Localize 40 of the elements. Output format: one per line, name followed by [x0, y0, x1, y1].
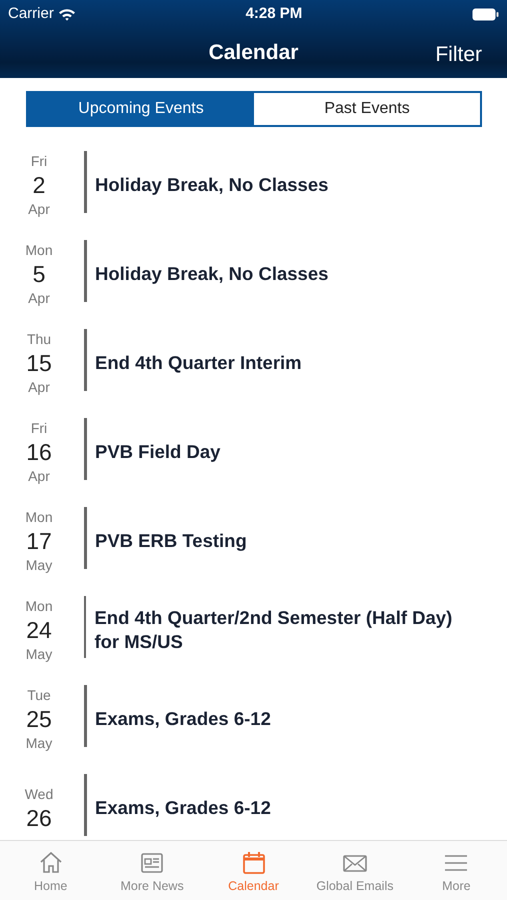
weekday-text: Mon: [25, 508, 53, 526]
event-title[interactable]: Holiday Break, No Classes: [95, 262, 368, 286]
month-text: Apr: [28, 466, 50, 486]
month-text: May: [26, 734, 52, 752]
event-title[interactable]: PVB ERB Testing: [95, 528, 287, 552]
day-number: 15: [26, 348, 52, 376]
month-text: Apr: [28, 288, 50, 308]
day-number: 5: [32, 260, 46, 288]
filter-button[interactable]: Filter: [435, 39, 482, 70]
month-text: Apr: [28, 378, 50, 396]
event-title[interactable]: Holiday Break, No Classes: [95, 172, 368, 196]
weekday-text: Thu: [26, 330, 52, 348]
day-number: 17: [26, 526, 52, 554]
battery-icon: [472, 8, 499, 20]
event-title[interactable]: End 4th Quarter Interim: [95, 350, 342, 374]
day-number: 16: [26, 438, 52, 466]
day-number: 2: [32, 170, 46, 198]
weekday-text: Fri: [30, 152, 48, 170]
weekday-text: Fri: [30, 418, 48, 438]
calendar-icon: [240, 850, 267, 875]
weekday-text: Mon: [25, 240, 53, 260]
day-number: 26: [26, 804, 52, 832]
event-title[interactable]: Exams, Grades 6-12: [95, 796, 311, 820]
day-number: 24: [26, 616, 52, 644]
weekday-text: Tue: [27, 686, 51, 704]
weekday-text: Mon: [25, 596, 53, 616]
month-text: Apr: [28, 200, 50, 218]
event-title[interactable]: PVB Field Day: [95, 440, 260, 464]
screen-title: Calendar: [208, 40, 298, 66]
wifi-icon: [58, 8, 76, 20]
event-title[interactable]: Exams, Grades 6-12: [95, 706, 311, 730]
day-number: 25: [26, 704, 52, 732]
month-text: May: [26, 644, 52, 664]
home-icon: [38, 850, 64, 875]
month-text: May: [26, 556, 52, 574]
carrier-text: Carrier: [8, 4, 54, 24]
clock-text: 4:28 PM: [246, 4, 302, 24]
weekday-text: Wed: [24, 784, 54, 804]
segment-tab[interactable]: Upcoming Events: [28, 93, 254, 125]
event-title[interactable]: End 4th Quarter/2nd Semester (Half Day) for MS/US: [94, 606, 507, 654]
